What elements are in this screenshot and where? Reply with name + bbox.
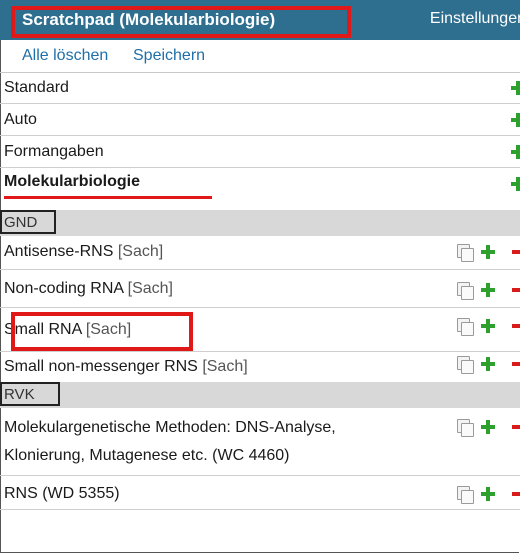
remove-icon[interactable] — [512, 250, 520, 254]
section-header-rvk: RVK — [0, 382, 520, 408]
profile-row-formangaben[interactable]: Formangaben — [0, 136, 520, 168]
add-icon[interactable] — [511, 113, 520, 127]
copy-icon[interactable] — [457, 356, 474, 374]
copy-icon[interactable] — [457, 244, 474, 262]
add-icon[interactable] — [511, 145, 520, 159]
profile-row-auto[interactable]: Auto — [0, 104, 520, 136]
gnd-item[interactable]: Antisense-RNS [Sach] — [0, 236, 520, 270]
add-icon[interactable] — [481, 357, 495, 371]
gnd-item[interactable]: Non-coding RNA [Sach] — [0, 270, 520, 308]
remove-icon[interactable] — [512, 324, 520, 328]
add-icon[interactable] — [481, 487, 495, 501]
item-label: Antisense-RNS [Sach] — [4, 243, 164, 260]
item-label: RNS (WD 5355) — [4, 485, 120, 502]
item-label-line1: Molekulargenetische Methoden: DNS-Analys… — [4, 419, 336, 436]
toolbar: Alle löschen Speichern — [0, 40, 520, 73]
profile-label-active: Molekularbiologie — [4, 173, 141, 190]
copy-icon[interactable] — [457, 486, 474, 504]
profile-row-standard[interactable]: Standard — [0, 72, 520, 104]
item-label: Non-coding RNA [Sach] — [4, 280, 173, 297]
remove-icon[interactable] — [512, 362, 520, 366]
remove-icon[interactable] — [512, 288, 520, 292]
copy-icon[interactable] — [457, 419, 474, 437]
small-rna-highlight-box — [11, 312, 193, 351]
profile-label: Standard — [4, 79, 69, 96]
add-icon[interactable] — [481, 283, 495, 297]
add-icon[interactable] — [481, 245, 495, 259]
title-highlight-box — [11, 6, 351, 38]
item-label-line2: Klonierung, Mutagenese etc. (WC 4460) — [4, 447, 290, 464]
save-link[interactable]: Speichern — [133, 47, 205, 65]
item-label: Small non-messenger RNS [Sach] — [4, 358, 248, 375]
add-icon[interactable] — [511, 81, 520, 95]
rvk-item[interactable]: Molekulargenetische Methoden: DNS-Analys… — [0, 408, 520, 476]
copy-icon[interactable] — [457, 318, 474, 336]
settings-button[interactable]: Einstellungen — [430, 10, 520, 28]
copy-icon[interactable] — [457, 282, 474, 300]
section-label: GND — [4, 214, 38, 231]
gnd-item[interactable]: Small non-messenger RNS [Sach] — [0, 352, 520, 382]
add-icon[interactable] — [511, 177, 520, 191]
add-icon[interactable] — [481, 420, 495, 434]
section-label: RVK — [4, 386, 35, 403]
rvk-item[interactable]: RNS (WD 5355) — [0, 476, 520, 510]
active-profile-underline — [4, 196, 212, 199]
add-icon[interactable] — [481, 319, 495, 333]
remove-icon[interactable] — [512, 492, 520, 496]
profile-label: Auto — [4, 111, 37, 128]
section-header-gnd: GND — [0, 210, 520, 236]
clear-all-link[interactable]: Alle löschen — [22, 47, 108, 65]
remove-icon[interactable] — [512, 425, 520, 429]
profile-label: Formangaben — [4, 143, 104, 160]
